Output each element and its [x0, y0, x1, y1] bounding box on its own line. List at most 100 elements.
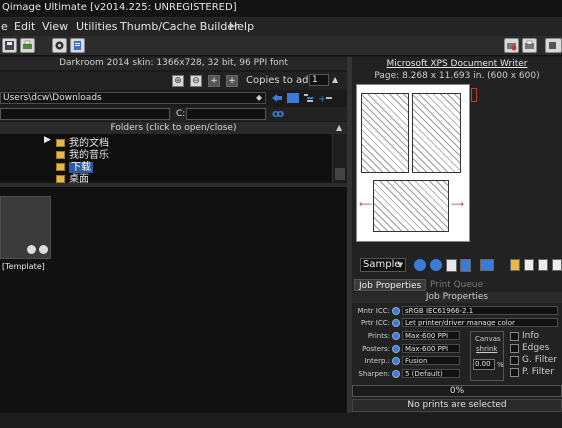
- posters-label: Posters:: [362, 345, 390, 353]
- print-slot[interactable]: [412, 93, 461, 173]
- back-arrow-icon[interactable]: [271, 93, 283, 103]
- prtr-icc-label: Prtr ICC:: [360, 319, 390, 327]
- scrollbar-thumb[interactable]: [335, 168, 345, 180]
- sharpen-field[interactable]: 5 (Default): [402, 369, 460, 378]
- zoom-out-icon[interactable]: ⊖: [190, 75, 202, 87]
- sharpen-dot-icon[interactable]: [392, 370, 400, 378]
- window-title: Qimage Ultimate [v2014.225: UNREGISTERED…: [2, 2, 237, 13]
- rotate-icon[interactable]: [430, 259, 442, 271]
- menu-edit[interactable]: Edit: [14, 20, 35, 33]
- sample-select[interactable]: Sample ▼: [360, 258, 406, 272]
- tree-icon[interactable]: [303, 93, 315, 103]
- preview-controls: Sample ▼: [352, 255, 562, 275]
- interp-field[interactable]: Fusion: [402, 356, 460, 365]
- canvas-shrink-box: Canvas shrink 0.00 %: [470, 331, 504, 381]
- page-marker-icon: [471, 88, 477, 102]
- sort-icon[interactable]: +: [318, 93, 334, 105]
- prtr-icc-dot-icon[interactable]: [392, 319, 400, 327]
- posters-field[interactable]: Max-600 PPI: [402, 344, 460, 353]
- save-icon[interactable]: [2, 38, 17, 53]
- skin-info: Darkroom 2014 skin: 1366x728, 32 bit, 96…: [0, 57, 347, 70]
- folder-view-icon[interactable]: [287, 93, 299, 103]
- sharpen-label: Sharpen:: [358, 370, 390, 378]
- mntr-icc-field[interactable]: sRGB IEC61966-2.1: [402, 306, 558, 315]
- filter-input[interactable]: [0, 108, 170, 120]
- page-icon[interactable]: [446, 259, 457, 272]
- shrink-input[interactable]: 0.00: [473, 359, 495, 370]
- prints-label: Prints:: [367, 332, 390, 340]
- edges-checkbox[interactable]: [510, 344, 519, 353]
- bottom-bar: [0, 413, 562, 428]
- prints-dot-icon[interactable]: [392, 332, 400, 340]
- tab-job-properties[interactable]: Job Properties: [354, 279, 427, 291]
- info-checkbox[interactable]: [510, 332, 519, 341]
- prints-field[interactable]: Max-600 PPI: [402, 331, 460, 340]
- edges-checkbox-label: Edges: [522, 343, 550, 353]
- g-filter-checkbox[interactable]: [510, 356, 519, 365]
- mntr-icc-label: Mntr ICC:: [357, 307, 390, 315]
- info-checkbox-label: Info: [522, 331, 540, 341]
- page-size: Page: 8.268 x 11.693 in. (600 x 600): [374, 71, 540, 81]
- settings-icon[interactable]: [52, 38, 67, 53]
- folders-header[interactable]: Folders (click to open/close): [0, 122, 347, 134]
- svg-text:+: +: [318, 94, 326, 103]
- new-page-icon[interactable]: [538, 259, 548, 271]
- document-icon[interactable]: [70, 38, 85, 53]
- path-input[interactable]: Users\dcw\Downloads: [0, 92, 266, 104]
- add-all-icon[interactable]: +: [226, 75, 238, 87]
- menu-view[interactable]: View: [42, 20, 68, 33]
- posters-dot-icon[interactable]: [392, 345, 400, 353]
- lock-icon[interactable]: [510, 259, 520, 271]
- print-slot[interactable]: [361, 93, 409, 173]
- folder-scrollbar[interactable]: [332, 134, 347, 182]
- printer-settings-icon[interactable]: [504, 38, 519, 53]
- copies-input[interactable]: 1: [309, 74, 329, 86]
- title-bar: Qimage Ultimate [v2014.225: UNREGISTERED…: [0, 0, 562, 18]
- path-dropdown-icon[interactable]: ◆: [256, 93, 262, 102]
- main-toolbar: [0, 36, 562, 56]
- page-preview[interactable]: ⟵ ⟶: [356, 84, 470, 242]
- menu-utilities[interactable]: Utilities: [76, 20, 117, 33]
- drive-input[interactable]: [186, 108, 266, 120]
- menu-bar: e Edit View Utilities Thumb/Cache Builde…: [0, 18, 562, 36]
- copy-page-icon[interactable]: [524, 259, 534, 271]
- thumbnail-edit-icon[interactable]: [39, 245, 48, 254]
- grid-icon[interactable]: [480, 259, 494, 271]
- template-thumbnail[interactable]: [0, 196, 51, 259]
- delete-page-icon[interactable]: [552, 259, 562, 271]
- g-filter-checkbox-label: G. Filter: [522, 355, 557, 365]
- more-icon[interactable]: [545, 38, 562, 53]
- interp-label: Interp.:: [364, 357, 390, 365]
- print-icon[interactable]: [20, 38, 35, 53]
- thumbnail-copies-icon[interactable]: [27, 245, 36, 254]
- chevron-down-icon: ▼: [397, 261, 403, 269]
- binoculars-icon[interactable]: ꝏ: [272, 107, 284, 120]
- folder-tree: ▶ 我的文档 我的音乐 下载 桌面: [0, 134, 332, 185]
- progress-bar: 0%: [352, 385, 562, 397]
- add-icon[interactable]: +: [208, 75, 220, 87]
- p-filter-checkbox[interactable]: [510, 368, 519, 377]
- canvas-label: Canvas: [475, 335, 501, 343]
- menu-help[interactable]: Help: [229, 20, 254, 33]
- copies-row: ⊕ ⊖ + + Copies to add: 1 ▲: [0, 72, 347, 90]
- expand-arrow-icon[interactable]: ▶: [44, 135, 51, 145]
- menu-file[interactable]: e: [1, 20, 8, 33]
- tab-print-queue[interactable]: Print Queue: [426, 279, 487, 291]
- printer-icon[interactable]: [522, 38, 537, 53]
- prtr-icc-field[interactable]: Let printer/driver manage color: [402, 318, 558, 327]
- copies-stepper-icon[interactable]: ▲: [332, 75, 338, 84]
- shrink-unit: %: [497, 361, 504, 369]
- menu-thumb-cache-builder[interactable]: Thumb/Cache Builder: [120, 20, 239, 33]
- mntr-icc-dot-icon[interactable]: [392, 307, 400, 315]
- layout-icon[interactable]: [460, 259, 471, 272]
- search-row: C: ꝏ: [0, 107, 347, 121]
- scroll-up-icon[interactable]: ▲: [336, 123, 342, 132]
- folder-icon: [56, 175, 65, 183]
- shrink-label[interactable]: shrink: [476, 345, 497, 353]
- sample-select-value: Sample: [363, 259, 401, 270]
- print-slot[interactable]: [373, 180, 449, 232]
- zoom-in-icon[interactable]: ⊕: [172, 75, 184, 87]
- refresh-icon[interactable]: [414, 259, 426, 271]
- interp-dot-icon[interactable]: [392, 357, 400, 365]
- printer-name[interactable]: Microsoft XPS Document Writer: [352, 59, 562, 69]
